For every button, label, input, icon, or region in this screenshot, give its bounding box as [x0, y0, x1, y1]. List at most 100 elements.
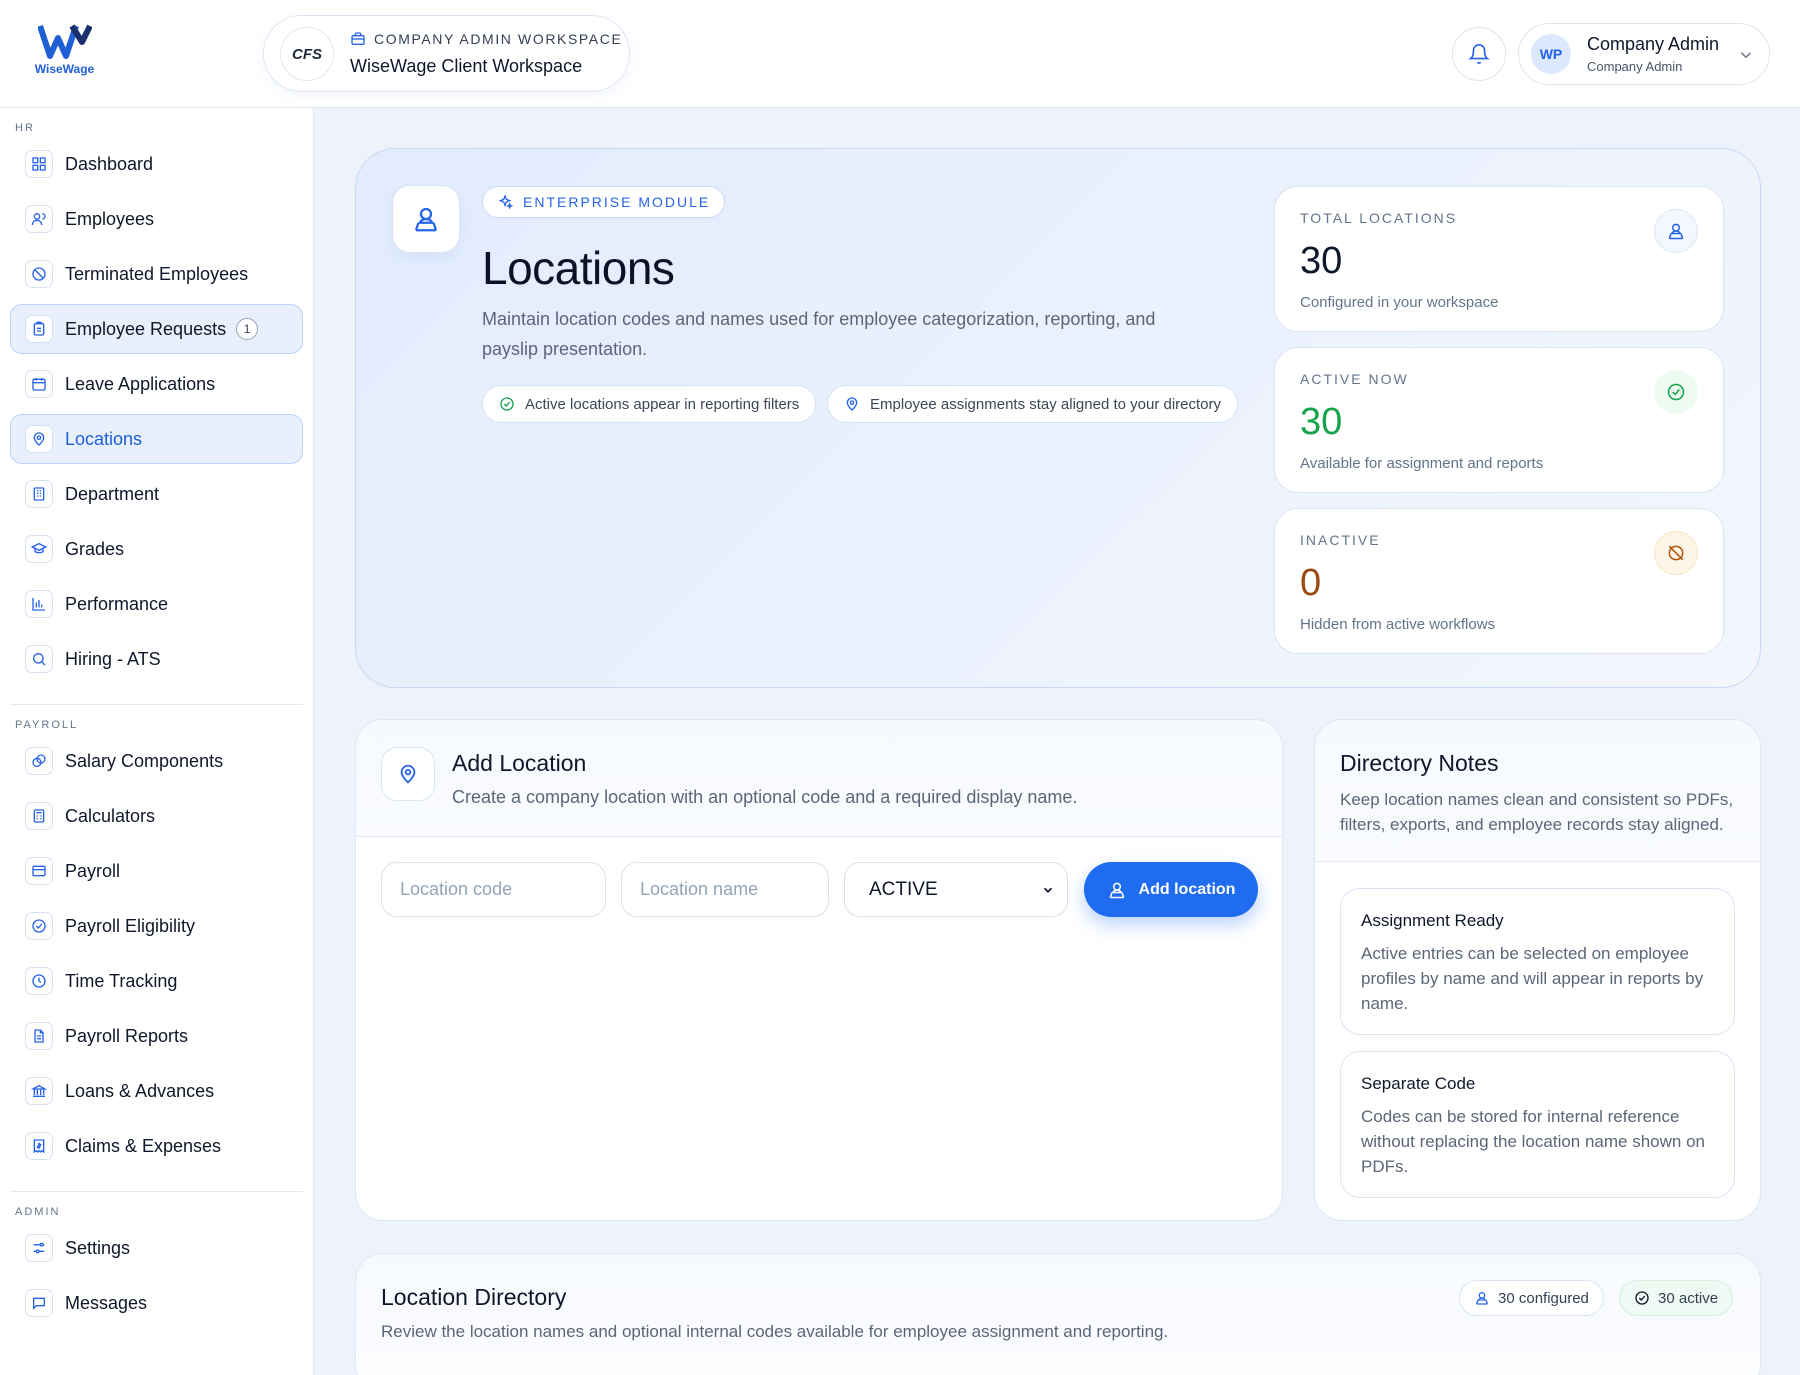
top-bar: WiseWage CFS COMPANY ADMIN WORKSPACE Wis… — [0, 0, 1800, 108]
sidebar-item-label: Department — [65, 483, 160, 504]
workspace-kicker-text: COMPANY ADMIN WORKSPACE — [374, 31, 623, 47]
clock-icon — [25, 967, 53, 995]
note-body: Active entries can be selected on employ… — [1361, 944, 1704, 1013]
stat-value: 0 — [1300, 562, 1322, 604]
status-select-value: ACTIVE — [869, 878, 938, 900]
user-menu[interactable]: WP Company Admin Company Admin — [1518, 23, 1770, 85]
count-badge: 1 — [236, 318, 259, 340]
sidebar-item-label: Employee Requests — [65, 318, 227, 339]
sidebar-item-dashboard[interactable]: Dashboard — [10, 139, 303, 189]
active-count-label: 30 active — [1658, 1289, 1719, 1307]
sidebar-item-calculators[interactable]: Calculators — [10, 791, 303, 841]
brand-logo[interactable]: WiseWage — [22, 22, 107, 86]
configured-count-badge: 30 configured — [1459, 1280, 1604, 1316]
location-name-input[interactable]: Location name — [621, 862, 829, 917]
page-description: Maintain location codes and names used f… — [482, 309, 1156, 359]
location-code-input[interactable]: Location code — [381, 862, 606, 917]
sidebar-item-locations[interactable]: Locations — [10, 414, 303, 464]
workspace-kicker: COMPANY ADMIN WORKSPACE — [350, 31, 622, 47]
map-pin-icon — [846, 397, 858, 411]
sidebar-item-claims-expenses[interactable]: Claims & Expenses — [10, 1121, 303, 1171]
stat-subtitle: Available for assignment and reports — [1300, 455, 1544, 472]
location-directory-header: Location Directory Review the location n… — [356, 1254, 1760, 1375]
sidebar-item-leave-applications[interactable]: Leave Applications — [10, 359, 303, 409]
stat-title: ACTIVE NOW — [1300, 371, 1409, 387]
file-text-icon — [25, 1022, 53, 1050]
search-icon — [25, 645, 53, 673]
sidebar-item-label: Calculators — [65, 805, 156, 826]
directory-notes-card: Directory Notes Keep location names clea… — [1314, 719, 1761, 1221]
credit-card-icon — [25, 857, 53, 885]
note-separate-code: Separate Code Codes can be stored for in… — [1340, 1051, 1735, 1198]
coins-icon — [25, 747, 53, 775]
directory-notes-header: Directory Notes Keep location names clea… — [1315, 720, 1760, 862]
sidebar-item-hiring-ats[interactable]: Hiring - ATS — [10, 634, 303, 684]
check-circle-icon — [25, 912, 53, 940]
bar-chart-icon — [25, 590, 53, 618]
sidebar-section-admin: ADMIN — [15, 1206, 61, 1218]
sidebar-item-salary-components[interactable]: Salary Components — [10, 736, 303, 786]
sidebar-item-payroll-eligibility[interactable]: Payroll Eligibility — [10, 901, 303, 951]
configured-count-label: 30 configured — [1498, 1289, 1589, 1307]
stat-subtitle: Hidden from active workflows — [1300, 616, 1496, 633]
sidebar-item-loans-advances[interactable]: Loans & Advances — [10, 1066, 303, 1116]
check-circle-icon — [500, 397, 514, 411]
sidebar-item-label: Loans & Advances — [65, 1080, 215, 1101]
add-location-icon-badge — [381, 747, 435, 801]
user-role: Company Admin — [1587, 59, 1683, 74]
notifications-button[interactable] — [1452, 27, 1506, 81]
grid-icon — [25, 150, 53, 178]
sidebar-item-settings[interactable]: Settings — [10, 1223, 303, 1273]
sidebar-item-employee-requests[interactable]: Employee Requests 1 — [10, 304, 303, 354]
map-pin-icon — [25, 425, 53, 453]
sidebar-item-label: Payroll — [65, 860, 121, 881]
sidebar-item-label: Dashboard — [65, 153, 154, 174]
stat-title: TOTAL LOCATIONS — [1300, 210, 1458, 226]
note-assignment-ready: Assignment Ready Active entries can be s… — [1340, 888, 1735, 1035]
sidebar-item-employees[interactable]: Employees — [10, 194, 303, 244]
sidebar-item-payroll[interactable]: Payroll — [10, 846, 303, 896]
sidebar-item-label: Grades — [65, 538, 125, 559]
stat-card-active: ACTIVE NOW 30 Available for assignment a… — [1274, 347, 1724, 493]
check-circle-icon — [1635, 1291, 1649, 1305]
sidebar-divider — [10, 1191, 303, 1192]
sidebar-item-label: Claims & Expenses — [65, 1135, 222, 1156]
message-icon — [25, 1289, 53, 1317]
users-icon — [25, 205, 53, 233]
receipt-icon — [25, 1132, 53, 1160]
stat-title: INACTIVE — [1300, 532, 1381, 548]
note-title: Separate Code — [1361, 1074, 1476, 1093]
map-user-icon — [1476, 1292, 1488, 1305]
note-title: Assignment Ready — [1361, 911, 1504, 930]
add-location-button[interactable]: Add location — [1084, 862, 1258, 917]
add-location-header: Add Location Create a company location w… — [356, 720, 1282, 837]
sidebar-item-time-tracking[interactable]: Time Tracking — [10, 956, 303, 1006]
status-select[interactable]: ACTIVE — [844, 862, 1068, 917]
stat-value: 30 — [1300, 401, 1343, 443]
module-kicker-text: ENTERPRISE MODULE — [523, 194, 711, 210]
workspace-switcher[interactable]: CFS COMPANY ADMIN WORKSPACE WiseWage Cli… — [263, 15, 630, 92]
hero-icon-badge — [392, 185, 460, 253]
workspace-title: WiseWage Client Workspace — [350, 56, 583, 76]
info-chip-reporting: Active locations appear in reporting fil… — [482, 385, 817, 423]
sidebar-item-label: Performance — [65, 593, 169, 614]
add-location-button-label: Add location — [1138, 880, 1236, 898]
user-name: Company Admin — [1587, 34, 1720, 54]
sidebar-item-terminated-employees[interactable]: Terminated Employees — [10, 249, 303, 299]
page-title: Locations — [482, 242, 675, 294]
eye-off-icon — [1668, 545, 1684, 561]
sidebar-item-performance[interactable]: Performance — [10, 579, 303, 629]
workspace-logo: CFS — [280, 27, 334, 81]
sidebar-item-department[interactable]: Department — [10, 469, 303, 519]
sidebar-item-payroll-reports[interactable]: Payroll Reports — [10, 1011, 303, 1061]
sidebar-item-grades[interactable]: Grades — [10, 524, 303, 574]
sidebar-item-label: Messages — [65, 1292, 148, 1313]
module-kicker: ENTERPRISE MODULE — [482, 186, 726, 218]
map-pin-icon — [400, 764, 416, 784]
stat-icon-badge — [1654, 531, 1698, 575]
sidebar: HR Dashboard Employees Terminated Employ… — [0, 108, 314, 1375]
sidebar-item-messages[interactable]: Messages — [10, 1278, 303, 1328]
directory-notes-title: Directory Notes — [1340, 750, 1499, 776]
note-body: Codes can be stored for internal referen… — [1361, 1107, 1705, 1176]
sidebar-item-label: Time Tracking — [65, 970, 178, 991]
